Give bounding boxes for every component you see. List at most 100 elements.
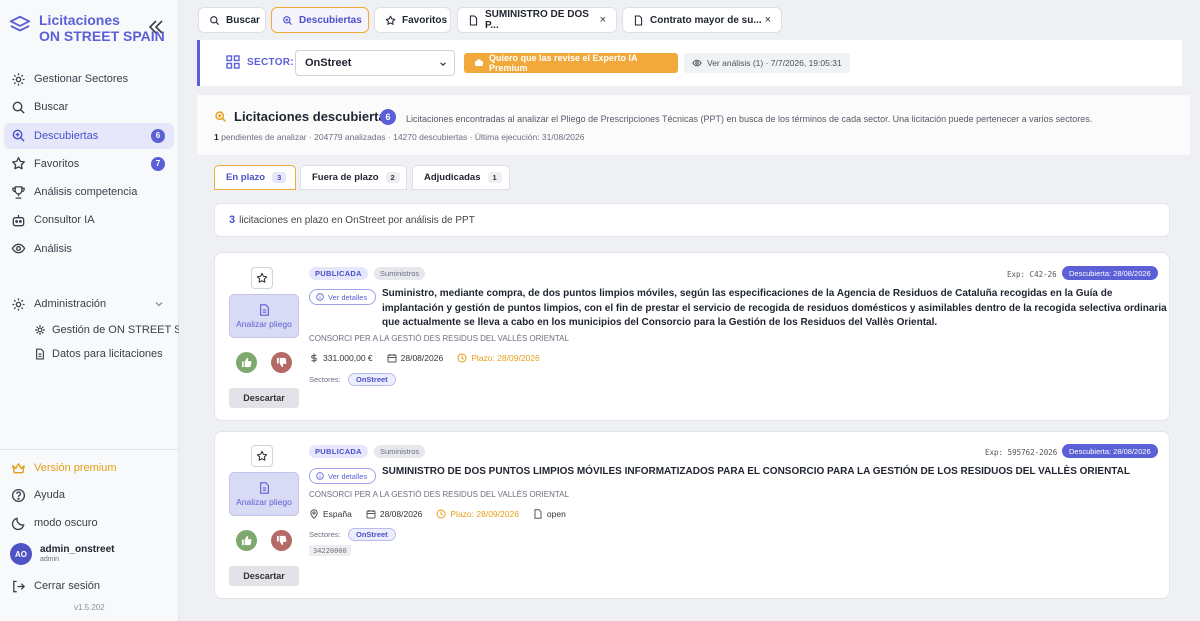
user-profile[interactable]: AO admin_onstreet admin [10,543,114,565]
sidebar-nav: Gestionar Sectores Buscar Descubiertas 6… [4,66,174,264]
trophy-icon [12,185,25,199]
tender-organization: CONSORCI PER A LA GESTIÓ DES RESIDUS DEL… [309,490,569,499]
sidebar-subitem-label: Gestión de ON STREET SPAIN [52,324,179,336]
calendar-icon [387,354,397,363]
sidebar: Licitaciones ON STREET SPAIN Gestionar S… [0,0,179,621]
tender-title[interactable]: Suministro, mediante compra, de dos punt… [382,287,1167,331]
sidebar-subitem-gestion[interactable]: Gestión de ON STREET SPAIN [4,319,179,341]
close-tab-icon[interactable]: × [765,14,771,26]
tab-label: Adjudicadas [424,172,481,183]
discard-button[interactable]: Descartar [229,566,299,586]
user-name: admin_onstreet [40,544,115,555]
sectors-label: Sectores: [309,530,341,539]
page-title: Licitaciones descubiertas [234,109,393,124]
sidebar-item-analisis[interactable]: Análisis [4,236,174,262]
settings-icon [12,297,25,311]
tender-meta: 331.000,00 € 28/08/2026 Plazo: 28/09/202… [309,353,554,363]
count-badge: 7 [151,156,165,171]
tab-suministro[interactable]: SUMINISTRO DE DOS P... × [457,7,617,33]
expert-review-button[interactable]: Quiero que las revise el Experto IA Prem… [464,53,678,73]
sidebar-item-label: Descubiertas [34,129,99,142]
thumbs-up-button[interactable] [236,530,257,551]
tender-title[interactable]: SUMINISTRO DE DOS PUNTOS LIMPIOS MÓVILES… [382,465,1167,480]
analyze-label: Analizar pliego [236,318,292,329]
logout-button[interactable]: Cerrar sesión [4,574,174,598]
view-details-label: Ver detalles [328,471,368,481]
sidebar-item-descubiertas[interactable]: Descubiertas 6 [4,122,174,149]
user-role: admin [40,556,60,563]
avatar: AO [10,543,32,565]
close-tab-icon[interactable]: × [600,14,606,26]
view-analysis-button[interactable]: Ver análisis (1) · 7/7/2026, 19:05:31 [684,53,850,73]
discard-button[interactable]: Descartar [229,388,299,408]
thumbs-down-button[interactable] [271,352,292,373]
sector-tag: OnStreet [348,373,396,386]
sidebar-item-consultor-ia[interactable]: Consultor IA [4,207,174,233]
sector-label: SECTOR: [247,57,294,68]
info-icon [316,293,324,301]
results-text: licitaciones en plazo en OnStreet por an… [239,214,475,226]
grid-icon [226,55,240,69]
help-link[interactable]: Ayuda [4,483,174,507]
sidebar-item-analisis-competencia[interactable]: Análisis competencia [4,179,174,205]
help-label: Ayuda [34,489,65,501]
bolt-icon [474,59,483,66]
cpv-code: 34220000 [309,545,351,556]
view-analysis-label: Ver análisis (1) · 7/7/2026, 19:05:31 [707,58,842,68]
favorite-button[interactable] [251,445,273,467]
premium-label: Versión premium [34,462,117,474]
view-details-button[interactable]: Ver detalles [309,289,376,305]
tender-meta: España 28/08/2026 Plazo: 28/09/2026 open [309,509,580,519]
category-badge: Suministros [374,445,426,458]
document-icon [469,15,478,25]
tab-en-plazo[interactable]: En plazo 3 [214,165,296,190]
dark-mode-toggle[interactable]: modo oscuro [4,511,174,535]
tender-card: Analizar pliego Descartar PUBLICADA Sumi… [214,252,1170,421]
sidebar-subitem-datos[interactable]: Datos para licitaciones [4,343,179,365]
tab-label: Buscar [226,14,260,26]
star-icon [385,15,396,25]
sidebar-item-buscar[interactable]: Buscar [4,94,174,120]
settings-small-icon [35,325,45,335]
premium-link[interactable]: Versión premium [4,456,174,480]
tab-contrato[interactable]: Contrato mayor de su... × [622,7,782,33]
thumbs-down-icon [276,535,287,546]
sidebar-item-gestionar-sectores[interactable]: Gestionar Sectores [4,66,174,92]
sidebar-item-label: Análisis [34,242,72,255]
discover-icon [283,15,293,25]
location-icon [310,509,318,519]
crown-icon [12,462,25,473]
scrollbar[interactable] [1186,40,1194,620]
logout-label: Cerrar sesión [34,580,101,592]
sidebar-item-administracion[interactable]: Administración [4,291,174,317]
thumbs-up-button[interactable] [236,352,257,373]
discovered-badge: Descubierta: 28/08/2026 [1062,444,1158,458]
tender-deadline: Plazo: 28/09/2026 [471,353,540,363]
analyze-button[interactable]: Analizar pliego [229,294,299,338]
help-icon [11,488,26,502]
sector-select[interactable]: OnStreet [295,50,455,76]
admin-subitems: Gestión de ON STREET SPAIN Datos para li… [4,319,179,365]
eye-icon [692,59,702,67]
star-icon [12,157,25,170]
view-details-button[interactable]: Ver detalles [309,468,376,484]
tab-fuera-de-plazo[interactable]: Fuera de plazo 2 [300,165,407,190]
sidebar-item-favoritos[interactable]: Favoritos 7 [4,151,174,177]
sidebar-item-label: Consultor IA [34,214,95,227]
discover-icon [215,111,226,122]
tab-buscar[interactable]: Buscar [198,7,266,33]
chevron-down-icon [440,62,446,66]
analyze-button[interactable]: Analizar pliego [229,472,299,516]
favorite-button[interactable] [251,267,273,289]
tender-organization: CONSORCI PER A LA GESTIÓ DES RESIDUS DEL… [309,334,569,343]
document-icon [259,481,269,494]
brand[interactable]: Licitaciones ON STREET SPAIN [9,12,165,44]
tab-adjudicadas[interactable]: Adjudicadas 1 [412,165,510,190]
tab-favoritos[interactable]: Favoritos [374,7,451,33]
tab-label: Fuera de plazo [312,172,379,183]
chevron-down-icon [155,302,163,307]
collapse-sidebar-icon[interactable] [147,18,165,36]
tab-descubiertas[interactable]: Descubiertas [271,7,369,33]
count-badge: 6 [380,109,396,125]
thumbs-down-button[interactable] [271,530,292,551]
